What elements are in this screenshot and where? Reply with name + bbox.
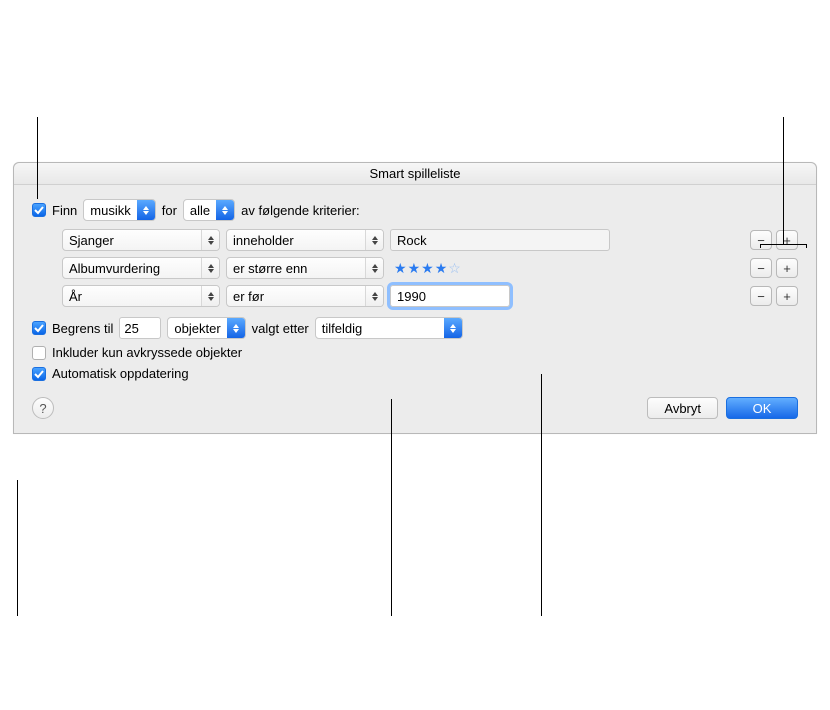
live-update-checkbox[interactable] bbox=[32, 367, 46, 381]
callout-line bbox=[17, 480, 18, 616]
match-row: Finn musikk for alle av følgende kriteri… bbox=[32, 199, 798, 221]
chevron-updown-icon bbox=[137, 200, 155, 220]
find-label: Finn bbox=[52, 203, 77, 218]
match-mode-select[interactable]: alle bbox=[183, 199, 235, 221]
limit-value-input[interactable] bbox=[119, 317, 161, 339]
rule-value-stars[interactable]: ★ ★ ★ ★ ☆ bbox=[390, 260, 461, 277]
remove-rule-button[interactable]: − bbox=[750, 258, 772, 278]
limit-unit-select[interactable]: objekter bbox=[167, 317, 245, 339]
rule-row: Albumvurdering er større enn ★ ★ ★ ★ ☆ − bbox=[62, 257, 798, 279]
dialog-title: Smart spilleliste bbox=[14, 163, 816, 185]
rule-value-input[interactable]: Rock bbox=[390, 229, 610, 251]
only-checked-row: Inkluder kun avkryssede objekter bbox=[32, 345, 798, 360]
criteria-label: av følgende kriterier: bbox=[241, 203, 360, 218]
live-update-label: Automatisk oppdatering bbox=[52, 366, 189, 381]
only-checked-checkbox[interactable] bbox=[32, 346, 46, 360]
cancel-button[interactable]: Avbryt bbox=[647, 397, 718, 419]
rule-value-input[interactable]: 1990 bbox=[390, 285, 510, 307]
add-rule-button[interactable]: + bbox=[776, 258, 798, 278]
chevron-updown-icon bbox=[365, 258, 383, 278]
rule-operator-select[interactable]: er før bbox=[226, 285, 384, 307]
media-type-select[interactable]: musikk bbox=[83, 199, 155, 221]
rule-operator-select[interactable]: er større enn bbox=[226, 257, 384, 279]
chevron-updown-icon bbox=[201, 286, 219, 306]
limit-label: Begrens til bbox=[52, 321, 113, 336]
dialog-footer: ? Avbryt OK bbox=[32, 397, 798, 419]
rule-buttons: − + bbox=[750, 286, 798, 306]
chevron-updown-icon bbox=[227, 318, 245, 338]
for-label: for bbox=[162, 203, 177, 218]
help-button[interactable]: ? bbox=[32, 397, 54, 419]
callout-line bbox=[783, 117, 784, 244]
rule-row: Sjanger inneholder Rock − + bbox=[62, 229, 798, 251]
star-icon: ★ bbox=[435, 260, 448, 277]
rule-field-select[interactable]: År bbox=[62, 285, 220, 307]
rule-field-select[interactable]: Sjanger bbox=[62, 229, 220, 251]
remove-rule-button[interactable]: − bbox=[750, 286, 772, 306]
chevron-updown-icon bbox=[444, 318, 462, 338]
only-checked-label: Inkluder kun avkryssede objekter bbox=[52, 345, 242, 360]
dialog-content: Finn musikk for alle av følgende kriteri… bbox=[14, 185, 816, 433]
callout-line bbox=[37, 117, 38, 199]
sort-order-select[interactable]: tilfeldig bbox=[315, 317, 463, 339]
chevron-updown-icon bbox=[365, 230, 383, 250]
star-icon: ★ bbox=[408, 260, 421, 277]
selected-by-label: valgt etter bbox=[252, 321, 309, 336]
star-empty-icon: ☆ bbox=[448, 260, 461, 277]
callout-line bbox=[541, 374, 542, 616]
rules-list: Sjanger inneholder Rock − + Albu bbox=[62, 229, 798, 307]
star-icon: ★ bbox=[421, 260, 434, 277]
chevron-updown-icon bbox=[365, 286, 383, 306]
chevron-updown-icon bbox=[216, 200, 234, 220]
callout-line bbox=[760, 244, 761, 248]
rule-row: År er før 1990 − + bbox=[62, 285, 798, 307]
callout-line bbox=[760, 244, 806, 245]
star-icon: ★ bbox=[394, 260, 407, 277]
rule-operator-select[interactable]: inneholder bbox=[226, 229, 384, 251]
remove-rule-button[interactable]: − bbox=[750, 230, 772, 250]
chevron-updown-icon bbox=[201, 230, 219, 250]
live-update-row: Automatisk oppdatering bbox=[32, 366, 798, 381]
add-rule-button[interactable]: + bbox=[776, 286, 798, 306]
add-rule-button[interactable]: + bbox=[776, 230, 798, 250]
rule-buttons: − + bbox=[750, 230, 798, 250]
limit-checkbox[interactable] bbox=[32, 321, 46, 335]
ok-button[interactable]: OK bbox=[726, 397, 798, 419]
callout-line bbox=[806, 244, 807, 248]
chevron-updown-icon bbox=[201, 258, 219, 278]
rule-field-select[interactable]: Albumvurdering bbox=[62, 257, 220, 279]
limit-row: Begrens til objekter valgt etter tilfeld… bbox=[32, 317, 798, 339]
match-checkbox[interactable] bbox=[32, 203, 46, 217]
smart-playlist-dialog: Smart spilleliste Finn musikk for alle a… bbox=[13, 162, 817, 434]
rule-buttons: − + bbox=[750, 258, 798, 278]
callout-line bbox=[391, 399, 392, 616]
